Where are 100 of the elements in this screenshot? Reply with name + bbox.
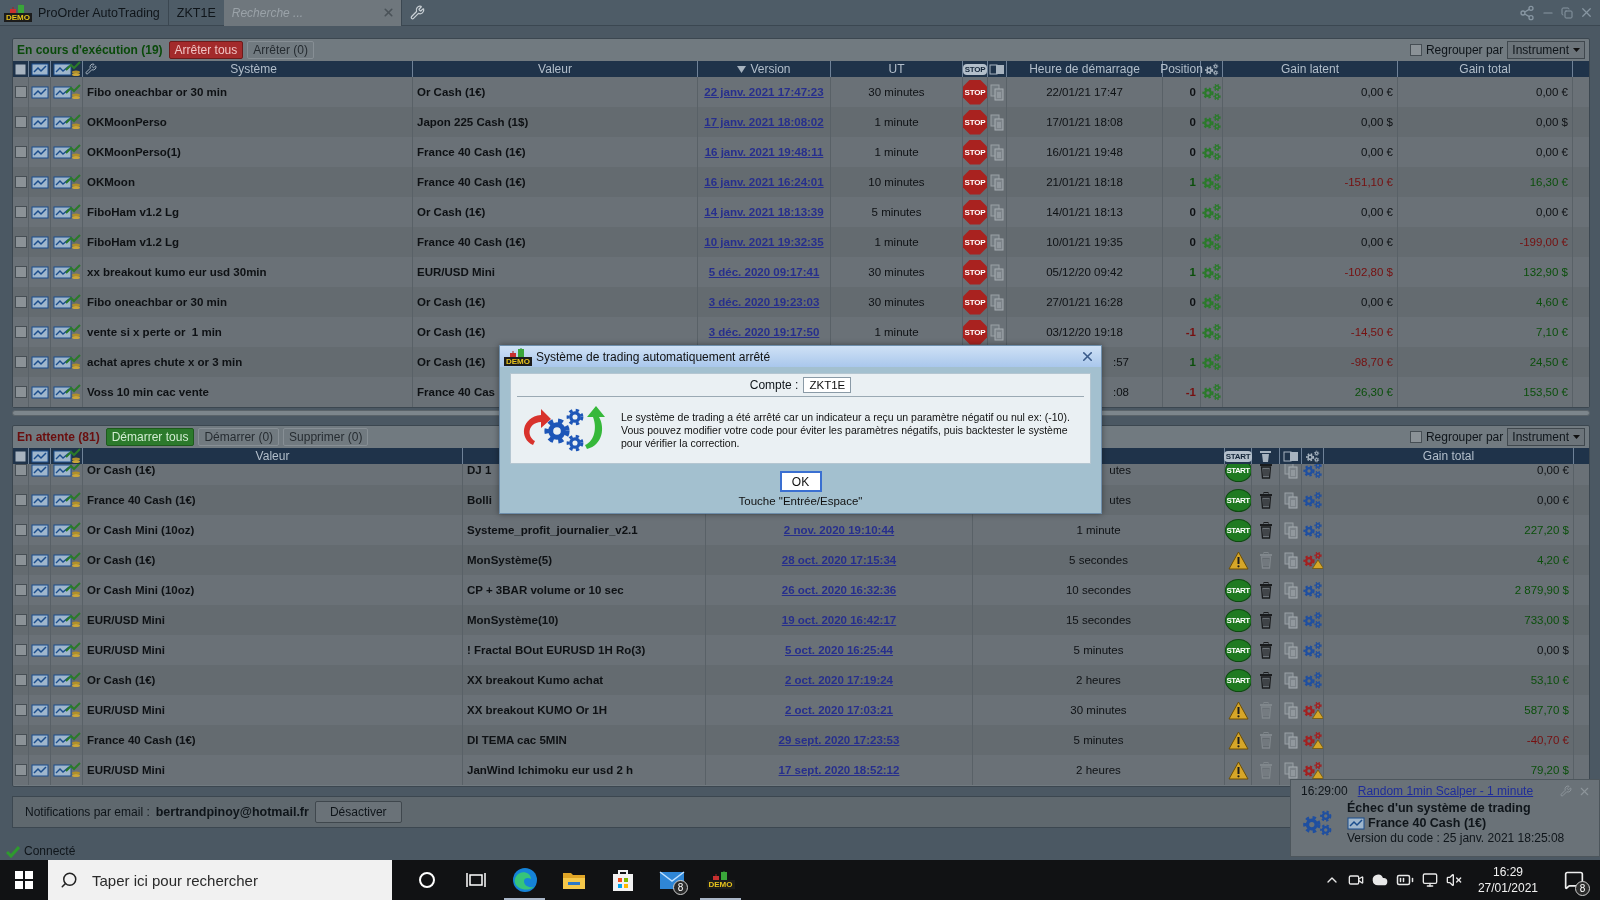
- chart-coins-icon[interactable]: [52, 114, 81, 130]
- chart-coins-icon[interactable]: [52, 234, 81, 250]
- chart-window-icon[interactable]: [30, 553, 49, 567]
- chart-coins-icon[interactable]: [52, 144, 81, 160]
- column-header[interactable]: Gain total: [1459, 62, 1511, 76]
- checkbox[interactable]: [14, 674, 27, 686]
- stop-button[interactable]: STOP: [963, 199, 987, 225]
- copy-icon[interactable]: [990, 203, 1004, 221]
- copy-icon[interactable]: [1283, 671, 1298, 689]
- wrench-icon[interactable]: [409, 5, 425, 20]
- taskbar-clock[interactable]: 16:29 27/01/2021: [1469, 864, 1546, 896]
- toolbar-button[interactable]: Démarrer tous: [105, 428, 195, 446]
- stop-button[interactable]: STOP: [963, 259, 987, 285]
- checkbox[interactable]: [1409, 44, 1422, 56]
- camera-icon[interactable]: [1347, 872, 1364, 888]
- checkbox[interactable]: [14, 584, 27, 596]
- chart-window-icon[interactable]: [30, 763, 49, 777]
- copy-icon[interactable]: [990, 263, 1004, 281]
- copy-icon[interactable]: [990, 293, 1004, 311]
- select-all-checkbox[interactable]: [15, 63, 26, 75]
- chart-window-icon[interactable]: [30, 464, 49, 477]
- copy-icon[interactable]: [1283, 761, 1298, 779]
- chart-coins-icon[interactable]: [52, 464, 81, 478]
- chart-window-icon[interactable]: [30, 493, 49, 507]
- copy-icon[interactable]: [990, 143, 1004, 161]
- checkbox[interactable]: [14, 464, 27, 476]
- chart-window-icon[interactable]: [1347, 816, 1365, 830]
- stop-button[interactable]: STOP: [963, 139, 987, 165]
- checkbox[interactable]: [14, 296, 27, 308]
- taskbar-search-input[interactable]: Taper ici pour rechercher: [90, 870, 380, 890]
- checkbox[interactable]: [14, 116, 27, 128]
- start-button[interactable]: START: [1225, 518, 1251, 542]
- column-header[interactable]: Heure de démarrage: [1029, 62, 1140, 76]
- chart-window-icon[interactable]: [30, 613, 49, 627]
- chart-coins-icon[interactable]: [52, 702, 81, 718]
- chart-coins-icon[interactable]: [52, 672, 81, 688]
- chart-window-icon[interactable]: [30, 205, 49, 219]
- checkbox[interactable]: [14, 704, 27, 716]
- checkbox[interactable]: [14, 356, 27, 368]
- start-button[interactable]: START: [1225, 464, 1251, 482]
- checkbox[interactable]: [14, 176, 27, 188]
- gears-warning-icon[interactable]: [1302, 731, 1323, 749]
- gears-warning-icon[interactable]: [1302, 551, 1323, 569]
- chart-coins-icon[interactable]: [52, 174, 81, 190]
- network-icon[interactable]: [1421, 872, 1438, 888]
- toolbar-button[interactable]: Arrêter tous: [168, 41, 244, 59]
- checkbox[interactable]: [14, 266, 27, 278]
- checkbox[interactable]: [14, 146, 27, 158]
- column-header[interactable]: Gain latent: [1280, 62, 1339, 76]
- taskbar-app[interactable]: DEMO: [696, 860, 745, 900]
- wrench-icon[interactable]: [85, 63, 97, 75]
- gears-warning-icon[interactable]: [1302, 761, 1323, 779]
- stop-button[interactable]: STOP: [963, 79, 987, 105]
- share-icon[interactable]: [1519, 4, 1535, 21]
- copy-icon[interactable]: [1283, 641, 1298, 659]
- trash-icon[interactable]: [1258, 671, 1273, 689]
- chart-coins-icon[interactable]: [52, 264, 81, 280]
- chart-coins-icon[interactable]: [52, 204, 81, 220]
- gears-column-icon[interactable]: [1202, 62, 1221, 76]
- chart-coins-icon[interactable]: [52, 762, 81, 778]
- taskbar-search-field[interactable]: Taper ici pour rechercher: [48, 860, 392, 900]
- chart-coins-icon[interactable]: [52, 84, 81, 100]
- ok-button[interactable]: OK: [779, 471, 822, 492]
- checkbox[interactable]: [14, 524, 27, 536]
- chart-coins-icon[interactable]: [52, 552, 81, 568]
- chart-window-icon[interactable]: [30, 523, 49, 537]
- chart-coins-icon[interactable]: [52, 294, 81, 310]
- volume-muted-icon[interactable]: [1445, 872, 1462, 888]
- start-button[interactable]: START: [1225, 578, 1251, 602]
- copy-icon[interactable]: [1283, 464, 1298, 479]
- column-header[interactable]: Position: [1160, 62, 1203, 76]
- trash-icon[interactable]: [1258, 491, 1273, 509]
- checkbox[interactable]: [14, 764, 27, 776]
- chart-coins-icon[interactable]: [52, 522, 81, 538]
- checkbox[interactable]: [14, 494, 27, 506]
- trash-icon[interactable]: [1258, 464, 1273, 479]
- trash-icon[interactable]: [1258, 611, 1273, 629]
- stop-button[interactable]: STOP: [963, 319, 987, 345]
- chart-window-icon[interactable]: [30, 703, 49, 717]
- checkbox[interactable]: [14, 644, 27, 656]
- stop-button[interactable]: STOP: [963, 289, 987, 315]
- copy-icon[interactable]: [1283, 611, 1298, 629]
- checkbox[interactable]: [14, 554, 27, 566]
- chart-window-icon[interactable]: [30, 733, 49, 747]
- trash-icon[interactable]: [1258, 581, 1273, 599]
- stop-button[interactable]: STOP: [963, 109, 987, 135]
- clear-search-icon[interactable]: [381, 6, 395, 19]
- chart-window-icon[interactable]: [30, 673, 49, 687]
- copy-icon[interactable]: [1283, 551, 1298, 569]
- close-icon[interactable]: [1080, 349, 1095, 364]
- checkbox[interactable]: [14, 206, 27, 218]
- select-all-checkbox[interactable]: [15, 450, 26, 462]
- column-header[interactable]: UT: [888, 62, 905, 76]
- trash-icon[interactable]: [1258, 521, 1273, 539]
- chart-coins-icon[interactable]: [52, 61, 81, 77]
- chart-coins-icon[interactable]: [52, 324, 81, 340]
- chart-window-icon[interactable]: [30, 145, 49, 159]
- copy-icon[interactable]: [990, 233, 1004, 251]
- chart-window-icon[interactable]: [30, 385, 49, 399]
- chart-coins-icon[interactable]: [52, 384, 81, 400]
